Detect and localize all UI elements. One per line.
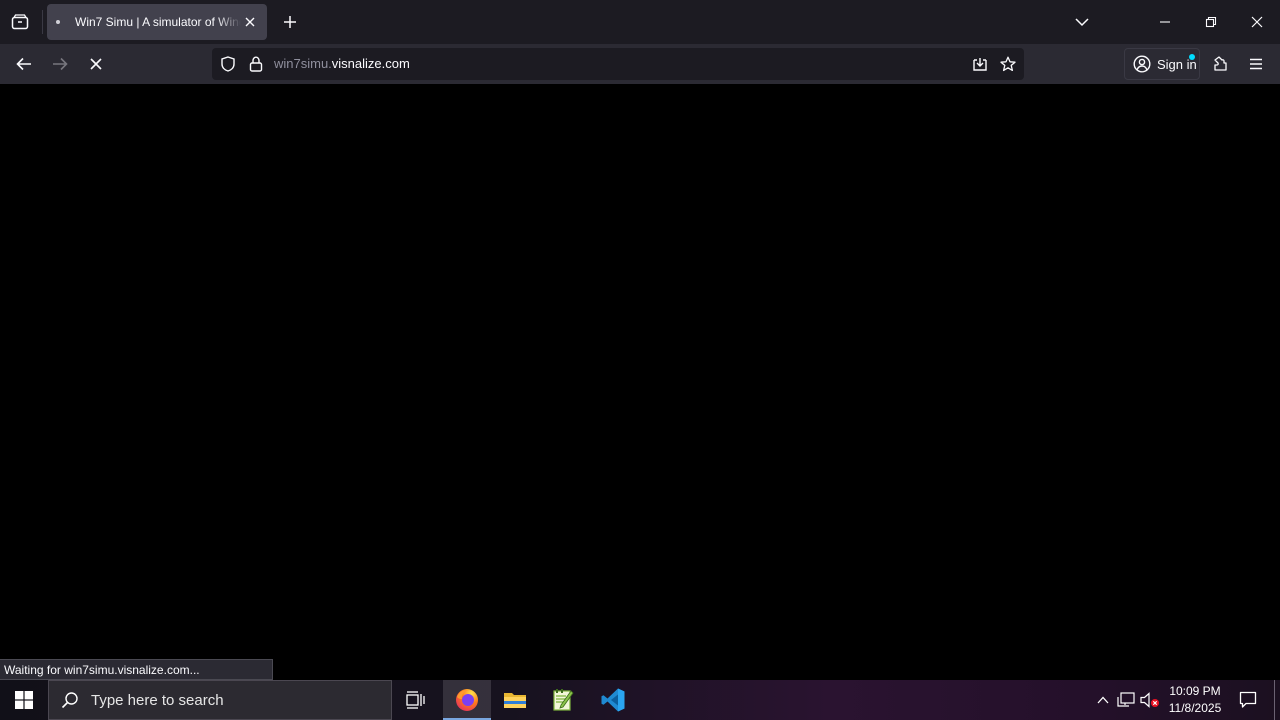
forward-icon xyxy=(53,57,68,71)
taskbar-app-vscode[interactable] xyxy=(589,680,637,720)
window-minimize-button[interactable] xyxy=(1142,0,1188,44)
tracking-protection-button[interactable] xyxy=(220,56,236,77)
shield-icon xyxy=(221,56,235,72)
search-icon xyxy=(61,692,78,709)
tab-loading-icon xyxy=(56,20,60,24)
back-icon xyxy=(16,57,31,71)
firefox-view-icon xyxy=(11,14,29,30)
url-subdomain: win7simu. xyxy=(274,56,332,71)
show-desktop-button[interactable] xyxy=(1274,680,1275,720)
tab-separator xyxy=(42,10,43,34)
site-info-button[interactable] xyxy=(249,56,263,77)
start-button[interactable] xyxy=(0,680,48,720)
save-page-button[interactable] xyxy=(972,56,988,77)
vscode-icon xyxy=(601,688,625,712)
close-icon xyxy=(245,17,255,27)
volume-muted-icon xyxy=(1140,692,1159,708)
forward-button[interactable] xyxy=(44,48,76,80)
network-icon xyxy=(1117,692,1135,707)
back-button[interactable] xyxy=(8,48,40,80)
new-tab-icon xyxy=(284,16,296,28)
clock-time: 10:09 PM xyxy=(1169,684,1221,698)
tab-close-button[interactable] xyxy=(241,13,259,31)
list-all-tabs-button[interactable] xyxy=(1066,0,1098,44)
app-menu-button[interactable] xyxy=(1240,48,1272,80)
stop-button[interactable] xyxy=(80,48,112,80)
search-placeholder: Type here to search xyxy=(91,691,224,709)
extensions-icon xyxy=(1214,56,1227,71)
window-restore-button[interactable] xyxy=(1188,0,1234,44)
close-icon xyxy=(1251,16,1263,28)
extensions-button[interactable] xyxy=(1204,48,1236,80)
taskbar-clock[interactable]: 10:09 PM 11/8/2025 xyxy=(1164,683,1226,717)
chevron-up-icon xyxy=(1097,696,1109,704)
notepad-plus-plus-icon xyxy=(553,689,574,711)
new-tab-button[interactable] xyxy=(274,0,306,44)
url-text[interactable]: win7simu.visnalize.com xyxy=(274,56,410,71)
bookmark-star-icon xyxy=(1000,56,1016,72)
address-bar[interactable]: win7simu.visnalize.com xyxy=(212,48,1024,80)
notification-icon xyxy=(1239,691,1257,708)
taskbar-search-box[interactable]: Type here to search xyxy=(48,680,392,720)
page-content[interactable] xyxy=(0,84,1280,680)
tab-strip: Win7 Simu | A simulator of Windows 7 xyxy=(0,0,1280,44)
account-icon xyxy=(1133,55,1151,73)
tab-win7simu[interactable]: Win7 Simu | A simulator of Windows 7 xyxy=(47,4,267,40)
bookmark-button[interactable] xyxy=(1000,56,1016,77)
sign-in-button[interactable]: Sign in xyxy=(1124,48,1200,80)
chevron-down-icon xyxy=(1075,18,1089,27)
task-view-button[interactable] xyxy=(392,680,440,720)
task-view-icon xyxy=(406,691,425,709)
windows-start-icon xyxy=(15,691,33,709)
menu-icon xyxy=(1250,58,1262,70)
action-center-button[interactable] xyxy=(1230,680,1266,720)
window-close-button[interactable] xyxy=(1234,0,1280,44)
taskbar-app-notepad-plus-plus[interactable] xyxy=(539,680,587,720)
taskbar: Type here to search 10:09 PM 11/8/2025 xyxy=(0,680,1280,720)
taskbar-app-firefox[interactable] xyxy=(443,680,491,720)
restore-icon xyxy=(1205,16,1217,28)
notification-dot xyxy=(1189,54,1195,60)
minimize-icon xyxy=(1160,21,1170,23)
firefox-icon xyxy=(456,689,478,711)
download-page-icon xyxy=(973,58,987,71)
clock-date: 11/8/2025 xyxy=(1168,701,1222,715)
lock-icon xyxy=(249,56,263,72)
volume-tray-button[interactable] xyxy=(1139,680,1161,720)
url-domain: visnalize.com xyxy=(331,56,410,71)
firefox-view-button[interactable] xyxy=(4,0,36,44)
network-tray-button[interactable] xyxy=(1115,680,1137,720)
tab-title: Win7 Simu | A simulator of Windows 7 xyxy=(75,15,241,29)
status-panel: Waiting for win7simu.visnalize.com... xyxy=(0,659,273,680)
taskbar-app-file-explorer[interactable] xyxy=(491,680,539,720)
stop-icon xyxy=(90,58,102,70)
navigation-toolbar: win7simu.visnalize.com Sign in xyxy=(0,44,1280,84)
show-hidden-icons-button[interactable] xyxy=(1092,680,1114,720)
file-explorer-icon xyxy=(504,693,526,708)
